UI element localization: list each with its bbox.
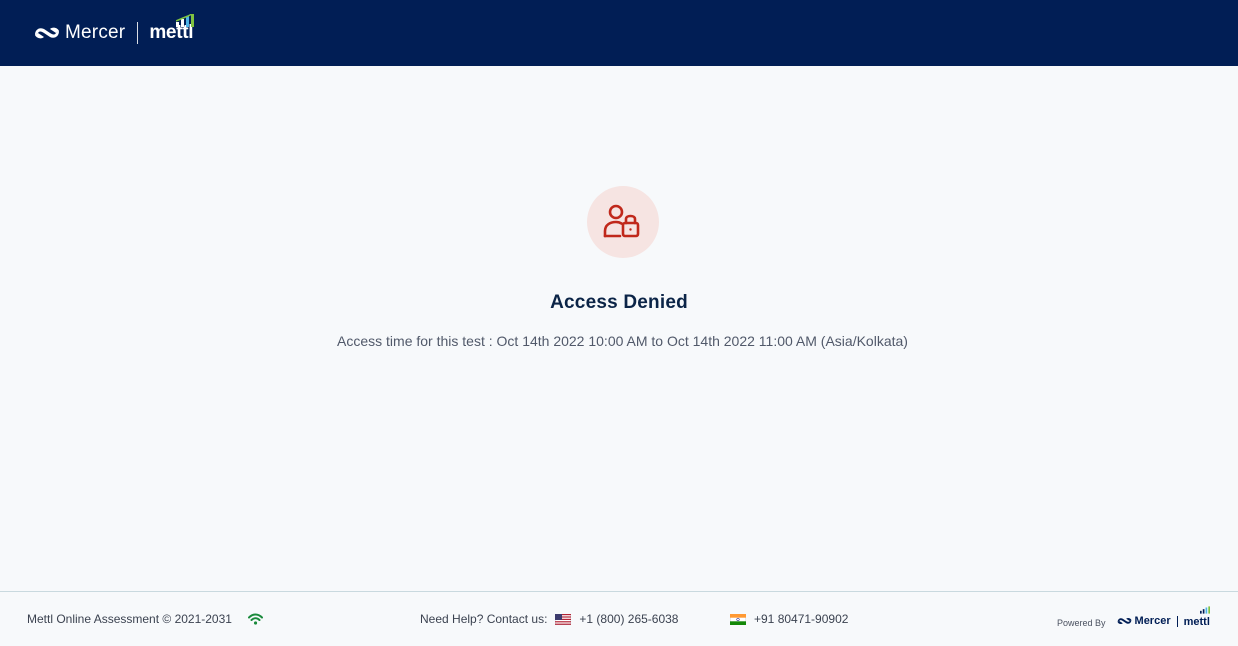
- main-content: Access Denied Access time for this test …: [0, 66, 1238, 591]
- us-phone-link[interactable]: +1 (800) 265-6038: [579, 612, 678, 626]
- powered-by-group: Powered By Mercer mettl: [1057, 606, 1210, 630]
- powered-by-label: Powered By: [1057, 617, 1106, 628]
- page-title: Access Denied: [550, 292, 688, 313]
- footer-copyright-group: Mettl Online Assessment © 2021-2031: [27, 612, 263, 626]
- access-time-message: Access time for this test : Oct 14th 202…: [337, 333, 908, 349]
- powered-mettl-logo: mettl: [1183, 606, 1210, 630]
- help-label: Need Help? Contact us:: [420, 612, 548, 626]
- powered-mercer-text: Mercer: [1134, 615, 1171, 627]
- mettl-bars-icon: [1199, 606, 1210, 614]
- india-phone-link[interactable]: +91 80471-90902: [754, 612, 848, 626]
- brand-logo: Mercer mettl: [34, 14, 195, 44]
- copyright-text: Mettl Online Assessment © 2021-2031: [27, 612, 232, 626]
- mercer-brand-text: Mercer: [65, 22, 126, 43]
- status-icon-circle: [587, 186, 659, 258]
- footer-help-group: Need Help? Contact us: +1 (800) 265-6038: [420, 612, 678, 626]
- mercer-logo-icon: [1117, 617, 1131, 625]
- india-flag-icon: [730, 613, 746, 625]
- mettl-logo: mettl: [149, 14, 195, 44]
- wifi-icon: [247, 613, 263, 625]
- powered-divider: [1176, 615, 1178, 627]
- footer-india-contact: +91 80471-90902: [730, 612, 848, 626]
- powered-mettl-text: mettl: [1183, 616, 1210, 628]
- footer: Mettl Online Assessment © 2021-2031 Need…: [0, 591, 1238, 646]
- us-flag-icon: [555, 613, 572, 625]
- mercer-logo-icon: [35, 27, 59, 39]
- mettl-bars-icon: [176, 14, 195, 27]
- user-lock-icon: [603, 204, 640, 238]
- brand-divider: [137, 22, 139, 44]
- top-header: Mercer mettl: [0, 0, 1238, 66]
